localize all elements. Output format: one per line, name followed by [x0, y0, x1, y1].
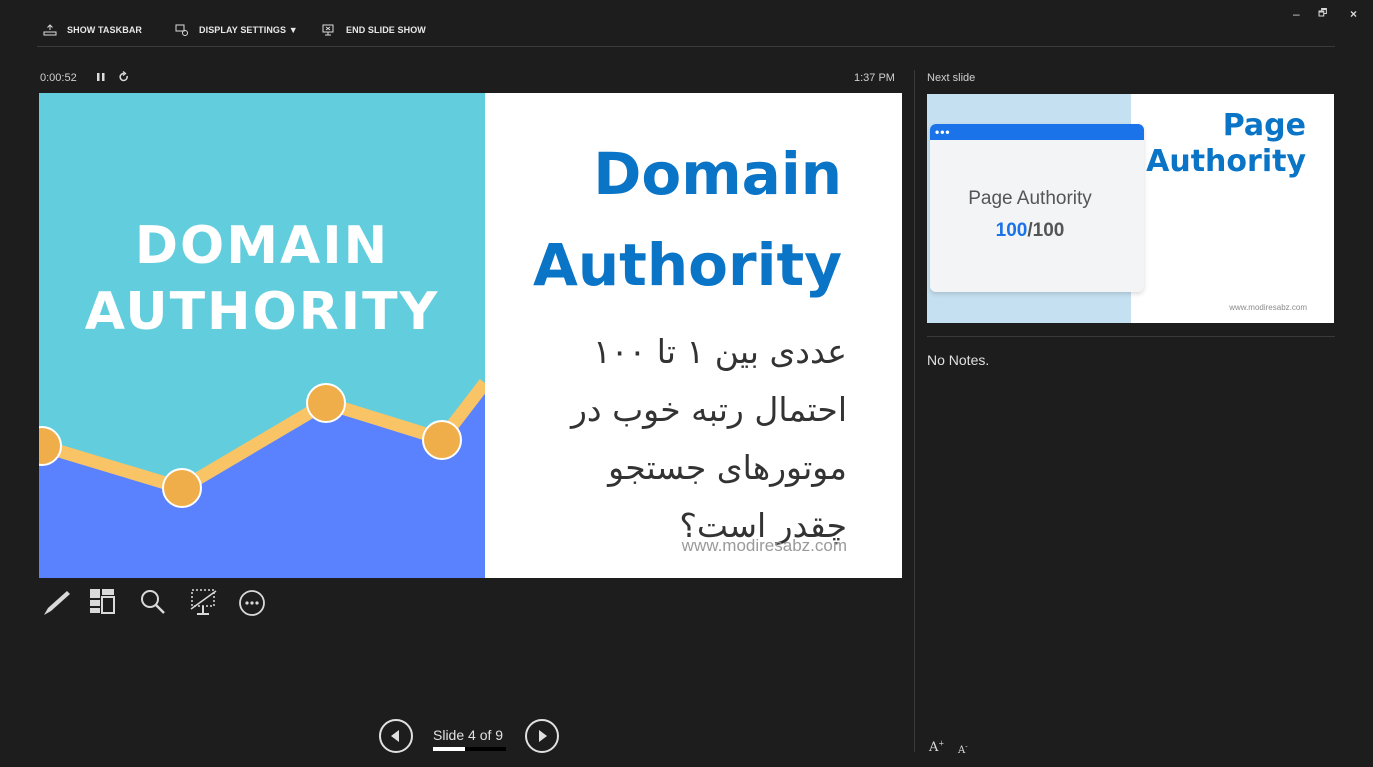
display-settings-label: DISPLAY SETTINGS ▼ [199, 25, 298, 35]
fa-line2: احتمال رتبه خوب در [570, 390, 847, 429]
page-authority-card: ••• Page Authority 100/100 [930, 124, 1144, 292]
next-slide-preview[interactable]: ••• Page Authority 100/100 Page Authorit… [927, 94, 1334, 323]
card-label: Page Authority [968, 188, 1092, 209]
chart-point [162, 468, 202, 508]
next-icon [525, 719, 559, 753]
previous-slide-button[interactable] [378, 718, 414, 759]
taskbar-icon [43, 24, 57, 36]
chart-point [306, 383, 346, 423]
fa-line1: عددی بین ۱ تا ۱۰۰ [593, 332, 847, 371]
see-all-slides-button[interactable] [88, 587, 118, 622]
chart-area [39, 383, 485, 578]
browser-dots-icon: ••• [935, 125, 951, 139]
more-options-button[interactable] [236, 587, 268, 624]
presenter-toolbar: SHOW TASKBAR DISPLAY SETTINGS ▼ END SLID… [0, 0, 1373, 60]
display-settings-button[interactable]: DISPLAY SETTINGS ▼ [175, 22, 298, 38]
right-title-line2: Authority [532, 231, 842, 299]
current-time: 1:37 PM [854, 72, 895, 84]
show-taskbar-label: SHOW TASKBAR [67, 25, 143, 35]
pen-tool-button[interactable] [40, 587, 72, 622]
speaker-notes[interactable]: No Notes. [927, 352, 989, 368]
pause-icon [97, 73, 105, 81]
slide-progress-fill [433, 747, 466, 751]
next-slide-label: Next slide [927, 72, 976, 84]
restart-timer-button[interactable] [118, 70, 130, 89]
black-screen-icon [190, 589, 217, 615]
see-all-slides-icon [90, 589, 115, 614]
more-options-icon [239, 590, 265, 616]
slide-left-title: DOMAIN AUTHORITY [39, 213, 485, 345]
end-slide-show-button[interactable]: END SLIDE SHOW [322, 22, 426, 38]
slide-counter[interactable]: Slide 4 of 9 [433, 727, 503, 743]
increase-font-button[interactable]: A+ [929, 740, 944, 755]
decrease-font-button[interactable]: A- [958, 743, 968, 756]
next-title-line2: Authority [1146, 144, 1306, 179]
current-slide[interactable]: DOMAIN AUTHORITY Domain Authority عددی ب… [39, 93, 902, 578]
slide-left-panel: DOMAIN AUTHORITY [39, 93, 485, 578]
card-browser-bar: ••• [930, 124, 1144, 140]
font-decrease-icon: A- [958, 743, 968, 757]
next-slide-button[interactable] [524, 718, 560, 759]
next-title-line1: Page [1222, 108, 1306, 143]
minimize-button[interactable]: – [1293, 8, 1300, 20]
notes-divider[interactable] [927, 336, 1335, 337]
left-title-line2: AUTHORITY [84, 282, 440, 342]
black-screen-button[interactable] [188, 587, 220, 624]
elapsed-timer: 0:00:52 [40, 72, 77, 84]
slide-progress-bar [433, 747, 506, 751]
fa-line3: موتورهای جستجو [608, 448, 847, 487]
close-button[interactable]: × [1350, 8, 1357, 20]
restore-button[interactable]: 🗗 [1318, 8, 1327, 20]
next-slide-url: www.modiresabz.com [1229, 303, 1307, 312]
end-slide-show-label: END SLIDE SHOW [346, 25, 426, 35]
slide-right-title: Domain Authority [509, 129, 842, 311]
toolbar-divider [37, 46, 1335, 47]
restart-icon [119, 70, 128, 82]
pen-icon [44, 591, 70, 615]
chart-point [422, 420, 462, 460]
slide-url: www.modiresabz.com [681, 536, 847, 555]
card-score: 100/100 [930, 220, 1130, 242]
score-total: /100 [1027, 220, 1065, 241]
right-title-line1: Domain [593, 140, 842, 208]
zoom-icon [141, 590, 165, 614]
score-value: 100 [995, 220, 1028, 241]
slide-persian-text: عددی بین ۱ تا ۱۰۰ احتمال رتبه خوب در موت… [509, 323, 847, 555]
next-slide-title: Page Authority [1132, 108, 1306, 180]
display-settings-icon [175, 24, 188, 36]
font-increase-icon: A+ [929, 740, 945, 756]
left-title-line1: DOMAIN [134, 216, 390, 276]
zoom-button[interactable] [138, 587, 168, 622]
end-show-icon [322, 24, 334, 36]
prev-icon [379, 719, 413, 753]
pause-timer-button[interactable] [96, 70, 106, 89]
pane-divider[interactable] [914, 70, 915, 752]
show-taskbar-button[interactable]: SHOW TASKBAR [43, 22, 142, 38]
